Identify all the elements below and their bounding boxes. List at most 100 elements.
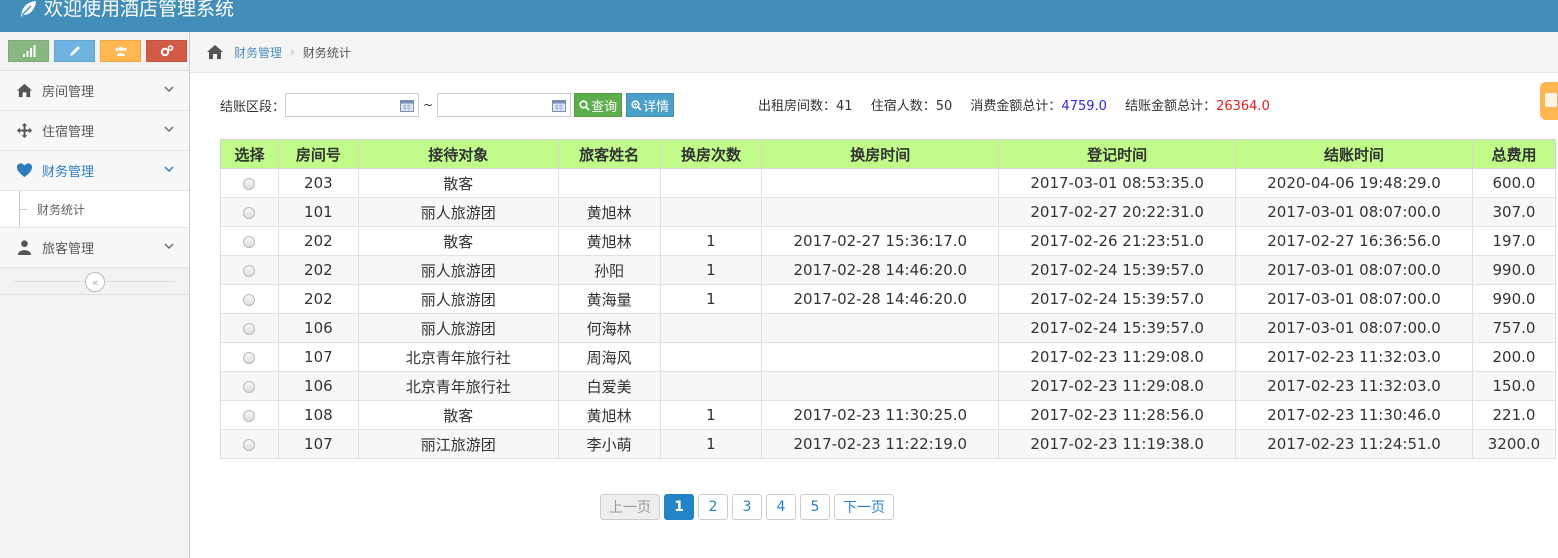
pencil-icon [69,46,80,56]
select-cell [220,197,279,227]
cogs-icon [160,45,173,57]
guests-count-value: 50 [935,99,953,114]
table-cell: 2017-02-24 15:39:57.0 [998,255,1237,285]
column-header: 房间号 [277,139,359,169]
users-icon [114,46,127,56]
detail-button[interactable]: 详情 [626,93,675,117]
sidebar-collapse-button[interactable]: « [85,272,105,292]
rooms-count-label: 出租房间数： [758,99,837,114]
table-cell: 2017-03-01 08:07:00.0 [1235,197,1473,227]
table-cell: 2017-02-23 11:22:19.0 [761,429,1000,459]
calendar-icon[interactable] [400,99,415,112]
table-cell: 2017-02-23 11:19:38.0 [998,429,1237,459]
settings-widget-toggle[interactable] [1540,82,1558,120]
table-row[interactable]: 202 丽人旅游团 黄海量 1 2017-02-28 14:46:20.0 2017-02… [220,284,1557,314]
table-cell: 2017-02-28 14:46:20.0 [761,284,1000,314]
table-cell: 1 [659,255,763,285]
page-button-3[interactable]: 3 [732,494,762,520]
row-select-radio[interactable] [243,409,256,422]
table-cell: 白爱美 [557,371,661,401]
table-cell: 203 [277,168,359,198]
chevron-down-icon [164,126,174,132]
row-select-radio[interactable] [243,293,256,306]
table-row[interactable]: 101 丽人旅游团 黄旭林 2017-02-27 20:22:31.0 2017-03-… [220,197,1557,227]
table-cell: 1 [659,284,763,314]
breadcrumb-link-finance[interactable]: 财务管理 [234,44,282,61]
leaf-icon [21,1,36,17]
table-cell: 2017-02-24 15:39:57.0 [998,284,1237,314]
row-select-radio[interactable] [243,177,256,190]
consume-total-value: 4759.0 [1061,99,1107,114]
row-select-radio[interactable] [243,264,256,277]
table-cell: 1 [659,400,763,430]
select-cell [220,255,279,285]
heart-icon [14,162,34,180]
next-page-button[interactable]: 下一页 [834,494,894,520]
start-date-input[interactable] [285,93,420,117]
row-select-radio[interactable] [243,351,256,364]
row-select-radio[interactable] [243,322,256,335]
table-row[interactable]: 203 散客 2017-03-01 08:53:35.0 2020-04-06 19:… [220,168,1557,198]
table-cell: 2017-03-01 08:07:00.0 [1235,313,1473,343]
table-row[interactable]: 106 北京青年旅行社 白爱美 2017-02-23 11:29:08.0 2017-0… [220,371,1557,401]
table-cell: 200.0 [1471,342,1557,372]
table-cell: 丽人旅游团 [357,255,559,285]
sidebar-item-label: 财务管理 [42,165,95,180]
summary-stats: 出租房间数：41 住宿人数：50 消费金额总计：4759.0 结账金额总计：26… [758,95,1270,114]
table-cell: 2017-03-01 08:07:00.0 [1235,255,1473,285]
select-cell [220,226,279,256]
guests-count-label: 住宿人数： [870,99,936,114]
sidebar-item-finance[interactable]: 财务管理 [0,151,189,191]
table-row[interactable]: 107 北京青年旅行社 周海风 2017-02-23 11:29:08.0 2017-0… [220,342,1557,372]
sidebar-subitem-finance-stats[interactable]: 财务统计 [0,191,189,228]
sidebar-item-label: 住宿管理 [42,125,95,140]
table-cell: 221.0 [1471,400,1557,430]
row-select-radio[interactable] [243,235,256,248]
table-row[interactable]: 107 丽江旅游团 李小萌 1 2017-02-23 11:22:19.0 2017-02… [220,429,1557,459]
table-cell: 散客 [357,400,559,430]
table-cell [659,342,763,372]
column-header: 登记时间 [998,139,1237,169]
page-button-2[interactable]: 2 [698,494,728,520]
chevron-down-icon [164,243,174,249]
table-cell: 990.0 [1471,284,1557,314]
table-row[interactable]: 202 丽人旅游团 孙阳 1 2017-02-28 14:46:20.0 2017-02-… [220,255,1557,285]
row-select-radio[interactable] [243,438,256,451]
table-cell: 202 [277,226,359,256]
prev-page-button[interactable]: 上一页 [600,494,660,520]
page-button-1[interactable]: 1 [664,494,694,520]
table-cell: 何海林 [557,313,661,343]
shortcut-signal-button[interactable] [8,40,49,62]
shortcut-cogs-button[interactable] [146,40,187,62]
table-row[interactable]: 106 丽人旅游团 何海林 2017-02-24 15:39:57.0 2017-03-… [220,313,1557,343]
table-header-row: 选择 房间号 接待对象 旅客姓名 换房次数 换房时间 登记时间 结账时间 总费用 [220,139,1557,169]
shortcut-users-button[interactable] [100,40,141,62]
app-brand[interactable]: 欢迎使用酒店管理系统 [18,0,234,24]
page-button-5[interactable]: 5 [800,494,830,520]
table-cell [761,371,1000,401]
table-cell: 2017-03-01 08:07:00.0 [1235,284,1473,314]
calendar-icon[interactable] [552,99,567,112]
sidebar-item-guests[interactable]: 旅客管理 [0,228,189,268]
column-header: 旅客姓名 [557,139,661,169]
sidebar-item-lodging[interactable]: 住宿管理 [0,111,189,151]
query-button[interactable]: 查询 [574,93,623,117]
table-row[interactable]: 108 散客 黄旭林 1 2017-02-23 11:30:25.0 2017-02-23… [220,400,1557,430]
end-date-input[interactable] [437,93,572,117]
filter-bar: 结账区段： ~ 查询 详情 [220,92,675,118]
row-select-radio[interactable] [243,380,256,393]
page-button-4[interactable]: 4 [766,494,796,520]
checkout-total-label: 结账金额总计： [1125,99,1217,114]
select-cell [220,168,279,198]
home-icon[interactable] [206,44,224,60]
top-navbar: 欢迎使用酒店管理系统 [0,0,1558,32]
table-row[interactable]: 202 散客 黄旭林 1 2017-02-27 15:36:17.0 2017-02-26… [220,226,1557,256]
table-cell: 2017-02-23 11:28:56.0 [998,400,1237,430]
table-cell: 2020-04-06 19:48:29.0 [1235,168,1473,198]
table-cell: 黄旭林 [557,400,661,430]
column-header: 选择 [220,139,279,169]
sidebar-item-rooms[interactable]: 房间管理 [0,71,189,111]
row-select-radio[interactable] [243,206,256,219]
sidebar: 房间管理 住宿管理 财务管理 财务统计 旅客管理 « [0,32,190,558]
shortcut-pencil-button[interactable] [54,40,95,62]
